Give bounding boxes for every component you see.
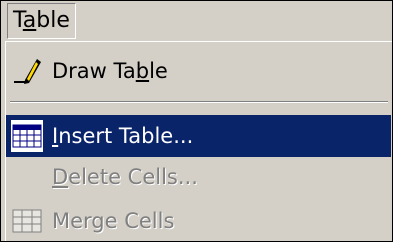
menu-item-insert-table[interactable]: Insert Table...: [6, 115, 391, 157]
delete-cells-label-post: elete Cells...: [68, 165, 198, 189]
insert-table-label-post: nsert Table...: [58, 124, 194, 148]
draw-table-label-pre: Draw Ta: [52, 59, 136, 83]
merge-cells-icon: [12, 206, 42, 236]
menu-bar: Table: [1, 1, 392, 41]
menu-table-label-pre: T: [13, 8, 23, 33]
pencil-icon: [12, 56, 42, 86]
menu-separator: [10, 101, 388, 103]
draw-table-accel: b: [135, 59, 150, 83]
menu-item-delete-cells-label: Delete Cells...: [52, 156, 198, 198]
menu-item-insert-table-label: Insert Table...: [52, 115, 193, 157]
menu-item-draw-table[interactable]: Draw Table: [6, 50, 391, 92]
menu-table[interactable]: Table: [7, 3, 76, 39]
menu-item-merge-cells-label: Merge Cells: [52, 200, 175, 241]
table-dropdown-menu: Draw Table Insert Table... Delete Cells.…: [5, 41, 392, 241]
window-frame: Table Draw Table Insert Table... Delete …: [0, 0, 393, 242]
merge-cells-label-post: Merge Cells: [52, 209, 175, 233]
draw-table-label-post: le: [149, 59, 168, 83]
menu-item-delete-cells[interactable]: Delete Cells...: [6, 156, 391, 198]
menu-item-merge-cells[interactable]: Merge Cells: [6, 200, 391, 241]
delete-cells-accel: D: [52, 165, 69, 189]
insert-table-icon: [11, 120, 43, 152]
menu-table-accel: a: [22, 8, 37, 33]
menu-table-label-post: ble: [36, 8, 70, 33]
menu-item-draw-table-label: Draw Table: [52, 50, 168, 92]
